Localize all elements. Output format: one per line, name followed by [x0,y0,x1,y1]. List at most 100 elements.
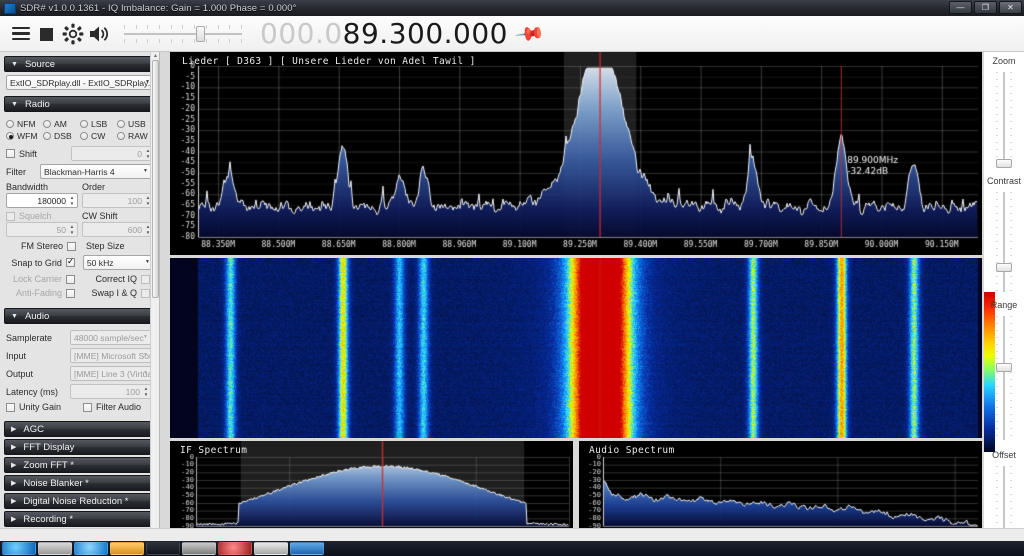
swapiq-checkbox[interactable] [141,288,150,298]
shift-checkbox[interactable] [6,149,15,158]
bottom-panels: IF Spectrum Audio Spectrum [170,441,982,541]
scrollbar-thumb[interactable] [152,60,159,298]
speaker-icon[interactable] [86,21,112,47]
squelch-input[interactable]: 50 ▲ ▼ [6,222,78,237]
order-value: 100 [127,195,142,206]
spinner-arrows[interactable]: ▲ ▼ [68,195,76,206]
fmstereo-checkbox[interactable] [67,241,76,251]
latency-input[interactable]: 100 ▲ ▼ [70,384,152,399]
main-toolbar: 000.089.300.000 📌 [0,16,1024,52]
audio-spectrum-canvas[interactable] [579,441,982,541]
filter-select[interactable]: Blackman-Harris 4 [40,164,152,179]
antifading-checkbox[interactable] [66,288,76,298]
panel-header-source[interactable]: ▼ Source [4,56,156,72]
minimize-button[interactable]: — [949,1,972,14]
panel-header-recording[interactable]: ▶ Recording * [4,511,156,527]
snaptogrid-label: Snap to Grid [11,257,62,268]
zoom-slider-group: Zoom [984,56,1024,174]
volume-slider[interactable] [124,23,242,45]
mode-radio-wfm[interactable]: WFM [6,131,43,141]
taskbar-item-explorer[interactable] [38,542,72,555]
cwshift-input[interactable]: 600 ▲ ▼ [82,222,154,237]
audio-input-select[interactable]: [MME] Microsoft Soun [70,348,152,363]
snaptogrid-checkbox[interactable] [65,256,75,267]
mode-radio-am[interactable]: AM [43,119,80,129]
fmstereo-label: FM Stereo [20,241,63,251]
filteraudio-checkbox[interactable] [83,402,92,412]
frequency-leading-zeros: 000.0 [260,17,343,50]
frequency-display[interactable]: 000.089.300.000 [260,17,508,50]
waterfall-panel[interactable] [170,258,982,438]
panel-header-fft-display[interactable]: ▶ FFT Display [4,439,156,455]
radio-dot [80,132,88,140]
squelch-cwshift-inputs: 50 ▲ ▼ 600 ▲ ▼ [6,222,154,237]
correctiq-checkbox[interactable] [141,274,150,284]
panel-header-dnr[interactable]: ▶ Digital Noise Reduction * [4,493,156,509]
mode-radio-cw[interactable]: CW [80,131,117,141]
sdr-sharp-window: SDR# v1.0.0.1361 - IQ Imbalance: Gain = … [0,0,1024,556]
filter-row: Filter Blackman-Harris 4 [6,164,154,179]
volume-ticks-bottom [124,38,242,43]
output-row: Output [MME] Line 3 (Virtual / [6,366,154,381]
panel-header-noise-blanker[interactable]: ▶ Noise Blanker * [4,475,156,491]
waterfall-canvas[interactable] [170,258,982,438]
if-spectrum-canvas[interactable] [170,441,573,541]
mode-radio-dsb[interactable]: DSB [43,131,80,141]
radio-dot [43,120,51,128]
title-bar: SDR# v1.0.0.1361 - IQ Imbalance: Gain = … [0,0,1024,16]
range-thumb[interactable] [996,363,1012,372]
panel-header-radio[interactable]: ▼ Radio [4,96,156,112]
samplerate-select[interactable]: 48000 sample/sec [70,330,152,345]
radio-dot [43,132,51,140]
range-ticks [984,316,1024,440]
sidebar-scrollbar[interactable]: ▲ ▼ [150,52,159,541]
taskbar-item-media[interactable] [218,542,252,555]
samplerate-label: Samplerate [6,332,53,343]
taskbar-item-doc[interactable] [254,542,288,555]
taskbar-item-app[interactable] [290,542,324,555]
mode-radio-raw[interactable]: RAW [117,131,154,141]
panel-header-audio[interactable]: ▼ Audio [4,308,156,324]
taskbar-item-folder[interactable] [110,542,144,555]
order-label: Order [82,182,106,192]
stepsize-select[interactable]: 50 kHz [82,255,154,270]
taskbar-item-browser[interactable] [74,542,108,555]
unitygain-filteraudio-row: Unity Gain Filter Audio [6,402,154,412]
filter-label: Filter [6,166,26,177]
spinner-arrows[interactable]: ▲ ▼ [68,224,76,235]
order-input[interactable]: 100 ▲ ▼ [82,193,154,208]
source-device-select[interactable]: ExtIO_SDRplay.dll - ExtIO_SDRplay.dll [6,75,154,90]
audio-spectrum-panel[interactable]: Audio Spectrum [579,441,982,541]
pin-icon[interactable]: 📌 [513,17,546,50]
taskbar-item-start[interactable] [2,542,36,555]
squelch-checkbox[interactable] [6,211,15,221]
unitygain-checkbox[interactable] [6,402,15,412]
mode-radio-lsb[interactable]: LSB [80,119,117,129]
close-button[interactable]: ✕ [999,1,1022,14]
mode-radio-usb[interactable]: USB [117,119,154,129]
contrast-thumb[interactable] [996,263,1012,272]
taskbar-item-window[interactable] [182,542,216,555]
bandwidth-input[interactable]: 180000 ▲ ▼ [6,193,78,208]
mode-radio-nfm[interactable]: NFM [6,119,43,129]
panel-header-agc[interactable]: ▶ AGC [4,421,156,437]
panel-title-fft-display: FFT Display [23,441,75,453]
zoom-thumb[interactable] [996,159,1012,168]
rf-spectrum-canvas[interactable] [170,52,982,255]
taskbar-item-tool[interactable] [146,542,180,555]
rf-spectrum-panel[interactable]: Lieder [ D363 ] [ Unsere Lieder von Adel… [170,52,982,255]
mode-label: DSB [54,131,72,141]
zoom-slider-label: Zoom [992,56,1016,66]
scroll-up-icon[interactable]: ▲ [152,53,159,60]
volume-thumb[interactable] [196,25,205,42]
gear-icon[interactable] [60,21,86,47]
audio-output-select[interactable]: [MME] Line 3 (Virtual / [70,366,152,381]
maximize-button[interactable]: ❐ [974,1,997,14]
shift-input[interactable]: 0 ▲ ▼ [70,146,154,161]
spinner-arrows[interactable]: ▲ ▼ [142,386,150,397]
lockcarrier-checkbox[interactable] [66,274,76,284]
panel-header-zoom-fft[interactable]: ▶ Zoom FFT * [4,457,156,473]
if-spectrum-panel[interactable]: IF Spectrum [170,441,573,541]
stop-icon[interactable] [34,21,60,47]
hamburger-icon[interactable] [8,21,34,47]
